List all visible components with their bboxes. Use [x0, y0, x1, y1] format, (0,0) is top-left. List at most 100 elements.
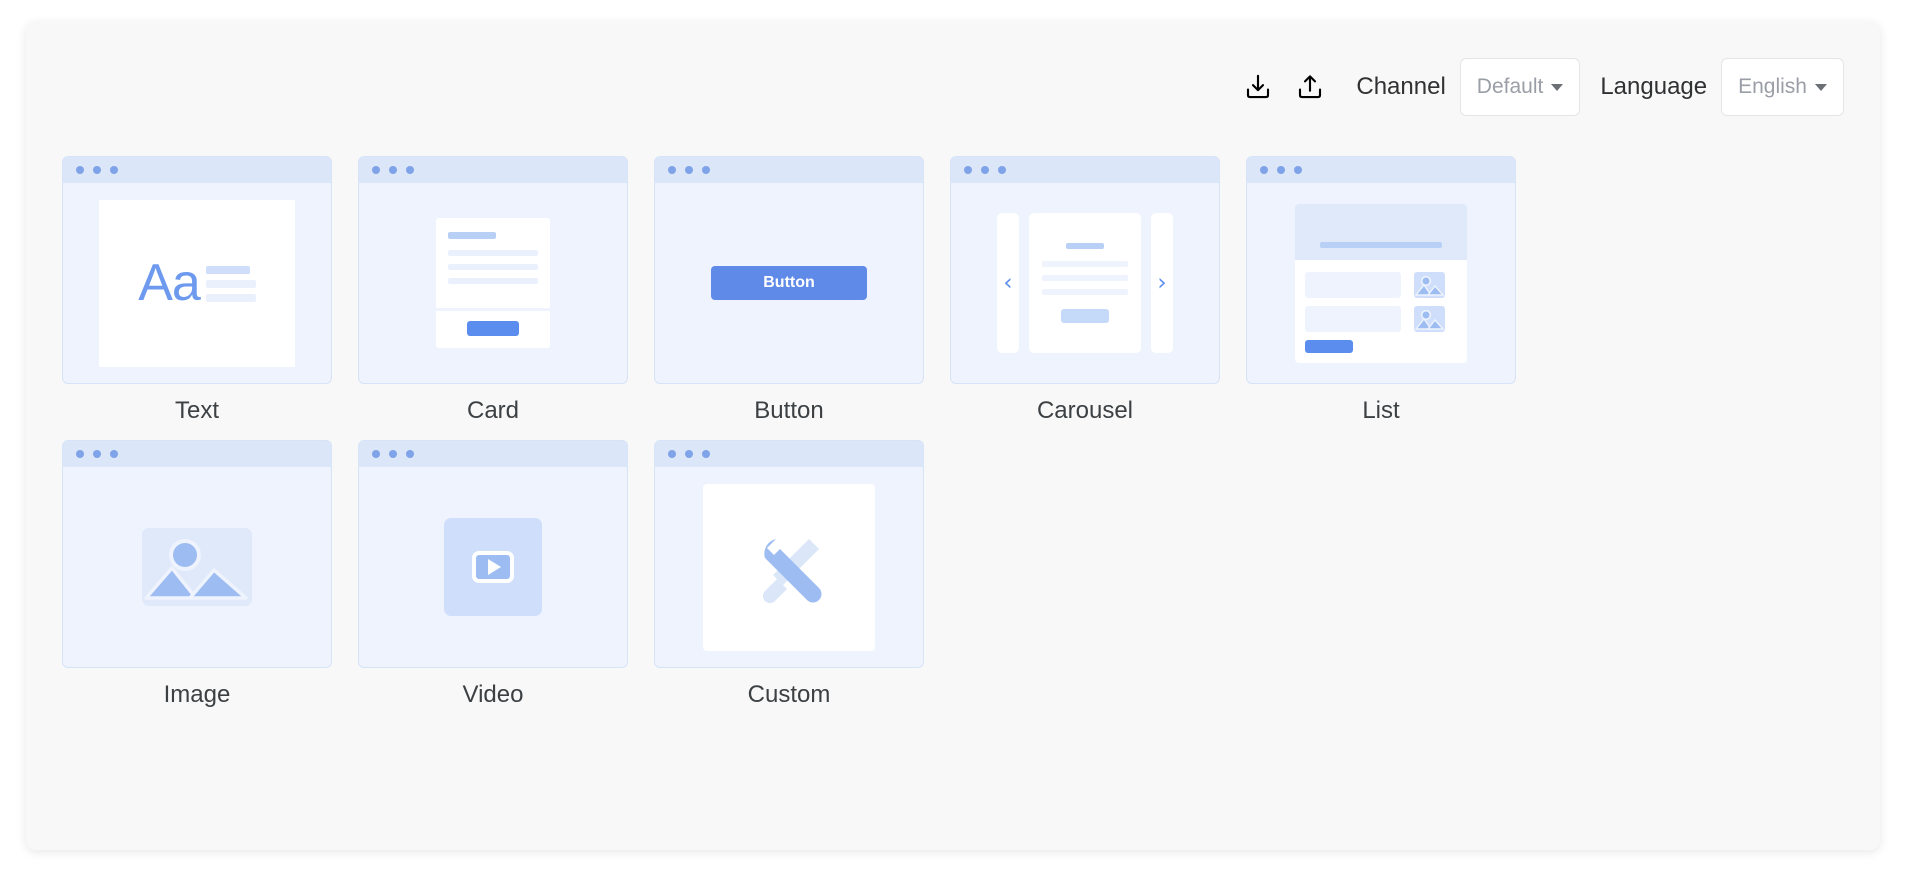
tile-preview-text: Aa	[63, 183, 331, 383]
dot-icon	[998, 166, 1006, 174]
component-label: Carousel	[1036, 397, 1134, 424]
text-line	[205, 294, 256, 302]
dot-icon	[406, 166, 414, 174]
channel-label: Channel	[1356, 73, 1446, 100]
carousel-button-placeholder	[1061, 309, 1109, 323]
channel-select-value: Default	[1476, 75, 1544, 98]
dot-icon	[372, 166, 380, 174]
component-tile-card[interactable]	[358, 156, 628, 384]
dot-icon	[1260, 166, 1268, 174]
dot-icon	[93, 450, 101, 458]
list-item-text	[1305, 305, 1401, 332]
text-line	[205, 266, 250, 274]
tile-preview-button: Button	[655, 183, 923, 383]
tile-preview-video	[359, 467, 627, 667]
tools-icon	[762, 539, 822, 604]
component-cell-text: Aa Text	[62, 156, 358, 425]
carousel-prev-slide: ‹	[997, 213, 1019, 353]
component-label: Button	[754, 397, 824, 424]
component-cell-image: Image	[62, 440, 358, 709]
download-button[interactable]	[1232, 61, 1284, 113]
tile-preview-image	[63, 467, 331, 667]
list-button-placeholder	[1305, 339, 1353, 353]
component-picker-panel: Channel Default Language English Aa Text…	[26, 22, 1880, 850]
dot-icon	[685, 166, 693, 174]
carousel-current-slide	[1029, 213, 1141, 353]
chevron-down-icon	[1551, 83, 1564, 91]
dot-icon	[1294, 166, 1302, 174]
dot-icon	[668, 166, 676, 174]
dot-icon	[702, 450, 710, 458]
channel-select[interactable]: Default	[1459, 58, 1581, 116]
dot-icon	[76, 450, 84, 458]
dot-icon	[668, 450, 676, 458]
button-preview-button: Button	[711, 266, 867, 300]
dot-icon	[981, 166, 989, 174]
language-select[interactable]: English	[1721, 58, 1844, 116]
text-sample: Aa	[138, 254, 201, 312]
custom-preview-canvas	[703, 483, 875, 651]
card-text-line	[448, 250, 538, 256]
chevron-left-icon: ‹	[1003, 269, 1013, 296]
component-cell-card: Card	[358, 156, 654, 425]
dot-icon	[964, 166, 972, 174]
tile-titlebar	[951, 157, 1219, 183]
image-placeholder-icon	[1414, 271, 1445, 298]
tile-preview-carousel: ‹ ›	[951, 183, 1219, 383]
list-item	[1305, 305, 1457, 332]
list-rows	[1295, 260, 1467, 363]
component-cell-carousel: ‹ › Carousel	[950, 156, 1246, 425]
component-grid: Aa Text Card Button Button ‹ › Carousel …	[62, 156, 1822, 724]
component-label: Card	[466, 397, 520, 424]
component-tile-custom[interactable]	[654, 440, 924, 668]
tile-titlebar	[655, 441, 923, 467]
component-tile-text[interactable]: Aa	[62, 156, 332, 384]
dot-icon	[406, 450, 414, 458]
video-placeholder	[444, 518, 542, 616]
component-tile-carousel[interactable]: ‹ ›	[950, 156, 1220, 384]
dot-icon	[110, 450, 118, 458]
card-preview-footer	[436, 308, 550, 348]
image-placeholder-icon	[142, 528, 252, 606]
card-button-placeholder	[467, 321, 519, 336]
chevron-down-icon	[1815, 83, 1827, 91]
component-cell-button: Button Button	[654, 156, 950, 425]
tile-titlebar	[63, 157, 331, 183]
dot-icon	[1277, 166, 1285, 174]
component-tile-video[interactable]	[358, 440, 628, 668]
list-preview-card	[1295, 203, 1467, 363]
component-tile-image[interactable]	[62, 440, 332, 668]
tile-preview-card	[359, 183, 627, 383]
component-cell-custom: Custom	[654, 440, 950, 709]
component-tile-list[interactable]	[1246, 156, 1516, 384]
download-icon	[1243, 72, 1273, 102]
dot-icon	[93, 166, 101, 174]
component-label: List	[1362, 397, 1400, 424]
language-label: Language	[1600, 73, 1708, 100]
play-triangle-icon	[488, 559, 501, 575]
dot-icon	[702, 166, 710, 174]
dot-icon	[372, 450, 380, 458]
upload-icon	[1295, 72, 1325, 102]
upload-button[interactable]	[1284, 61, 1336, 113]
list-item	[1305, 271, 1457, 298]
text-line	[205, 280, 256, 288]
tile-titlebar	[63, 441, 331, 467]
tile-titlebar	[655, 157, 923, 183]
dot-icon	[389, 166, 397, 174]
text-lines	[205, 264, 256, 302]
photo-glyph	[1414, 275, 1445, 296]
photo-glyph	[144, 539, 248, 600]
card-text-line	[448, 264, 538, 270]
component-label: Image	[163, 681, 231, 708]
card-preview-body	[436, 218, 550, 308]
toolbar: Channel Default Language English	[1232, 56, 1844, 118]
carousel-title-placeholder	[1066, 243, 1104, 249]
photo-glyph	[1414, 309, 1445, 330]
dot-icon	[76, 166, 84, 174]
text-preview-canvas: Aa	[99, 199, 295, 367]
list-title-placeholder	[1320, 241, 1442, 248]
dot-icon	[685, 450, 693, 458]
carousel-text-line	[1042, 275, 1128, 281]
component-tile-button[interactable]: Button	[654, 156, 924, 384]
